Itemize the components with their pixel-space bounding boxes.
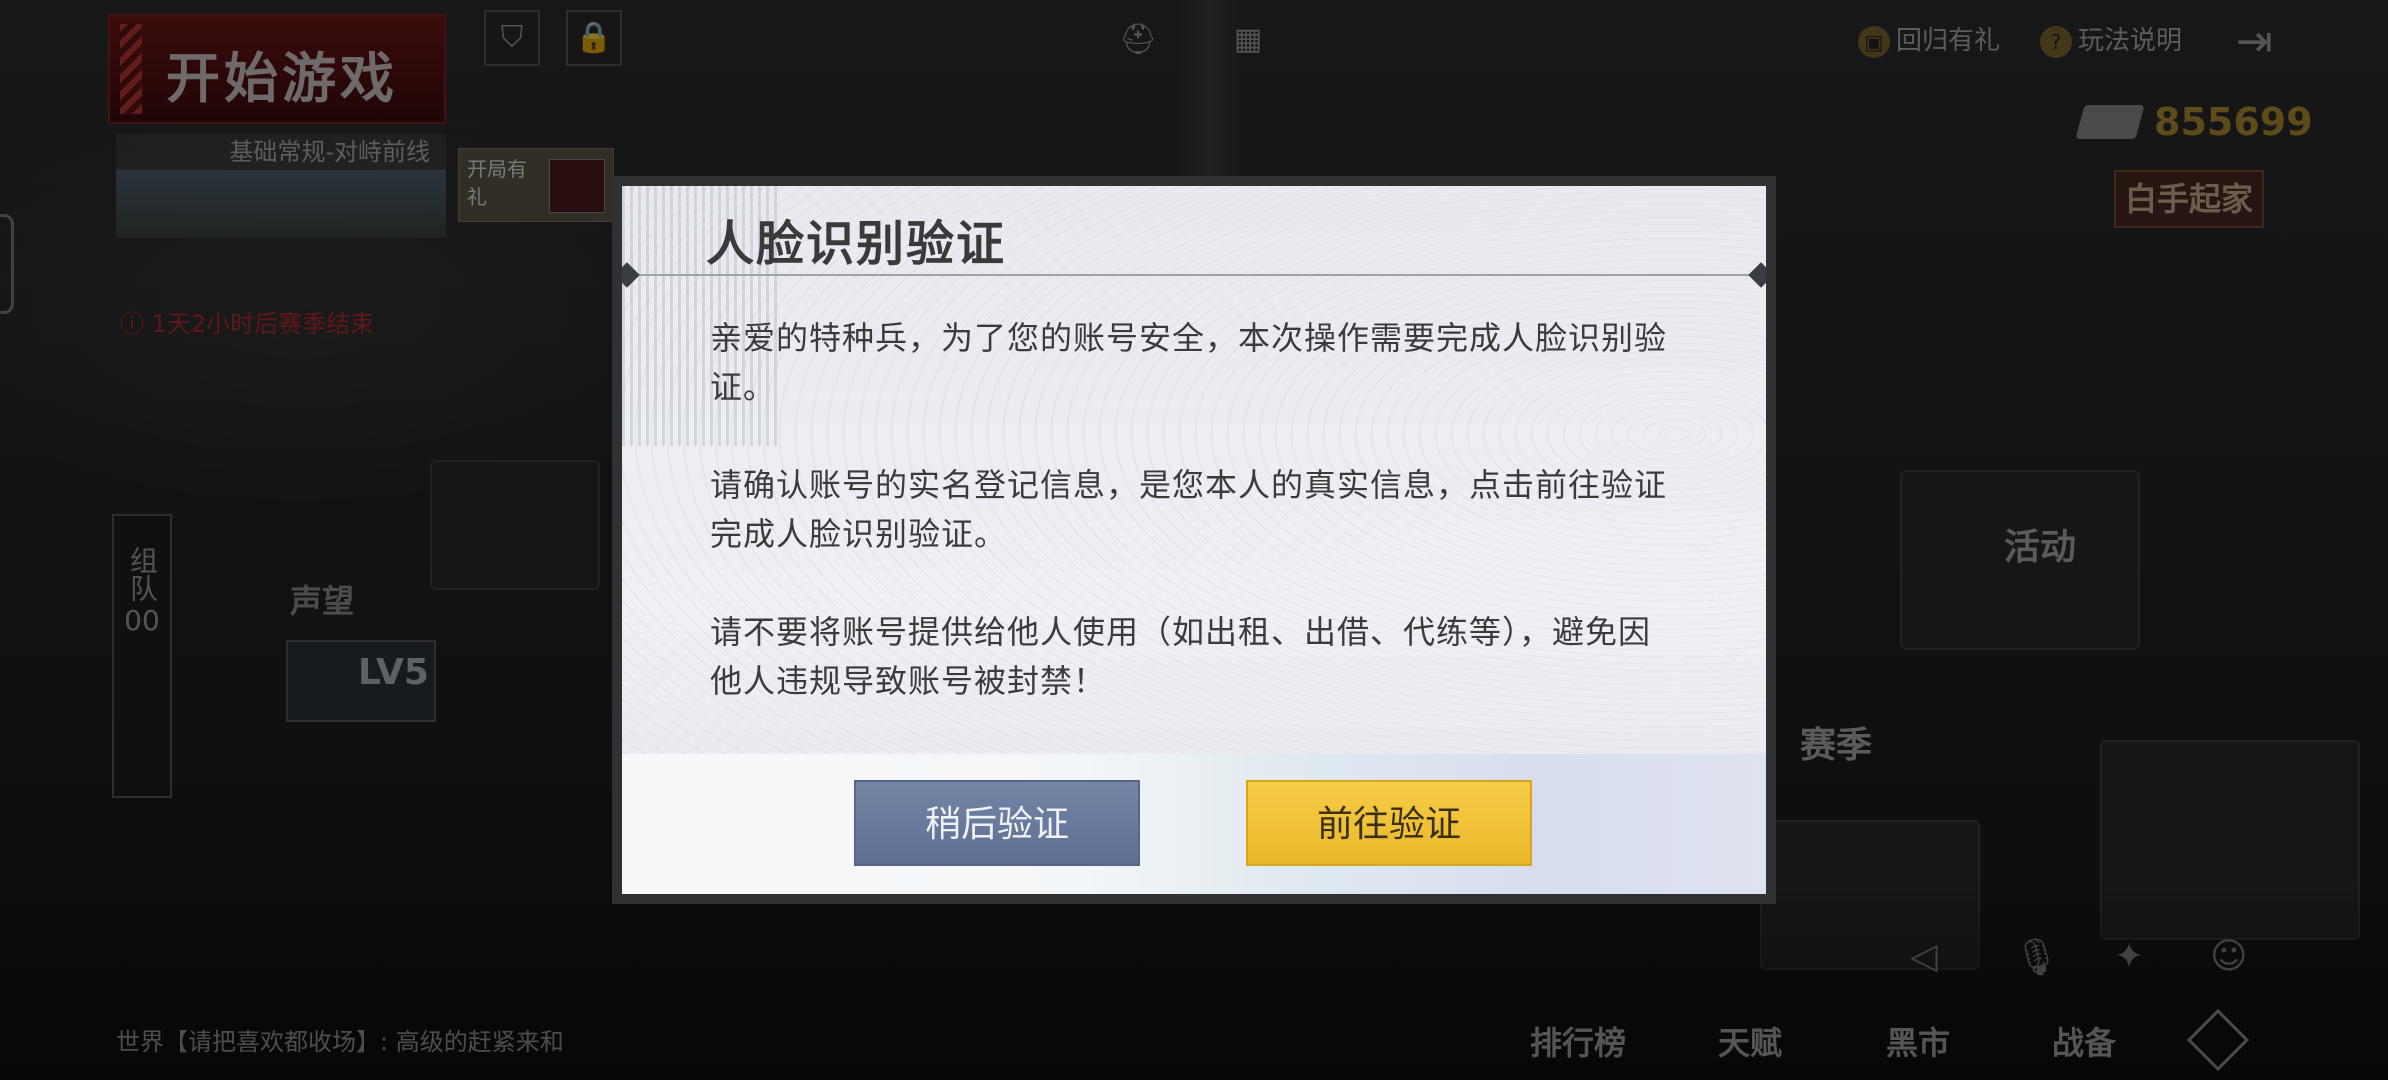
verify-later-button[interactable]: 稍后验证	[854, 780, 1140, 866]
dialog-header: 人脸识别验证	[622, 186, 1766, 288]
face-verification-dialog: 人脸识别验证 亲爱的特种兵，为了您的账号安全，本次操作需要完成人脸识别验证。 请…	[612, 176, 1776, 904]
dialog-body: 亲爱的特种兵，为了您的账号安全，本次操作需要完成人脸识别验证。 请确认账号的实名…	[710, 314, 1670, 755]
go-verify-button[interactable]: 前往验证	[1246, 780, 1532, 866]
dialog-paragraph-3: 请不要将账号提供给他人使用（如出租、出借、代练等），避免因他人违规导致账号被封禁…	[710, 613, 1652, 700]
dialog-panel: 人脸识别验证 亲爱的特种兵，为了您的账号安全，本次操作需要完成人脸识别验证。 请…	[622, 186, 1766, 894]
dialog-paragraph-1: 亲爱的特种兵，为了您的账号安全，本次操作需要完成人脸识别验证。	[710, 319, 1668, 406]
dialog-paragraph-2: 请确认账号的实名登记信息，是您本人的真实信息，点击前往验证完成人脸识别验证。	[710, 466, 1668, 553]
header-corner-ornament	[1748, 262, 1766, 288]
dialog-title: 人脸识别验证	[706, 216, 1007, 272]
dialog-footer: 稍后验证 前往验证	[622, 754, 1766, 894]
